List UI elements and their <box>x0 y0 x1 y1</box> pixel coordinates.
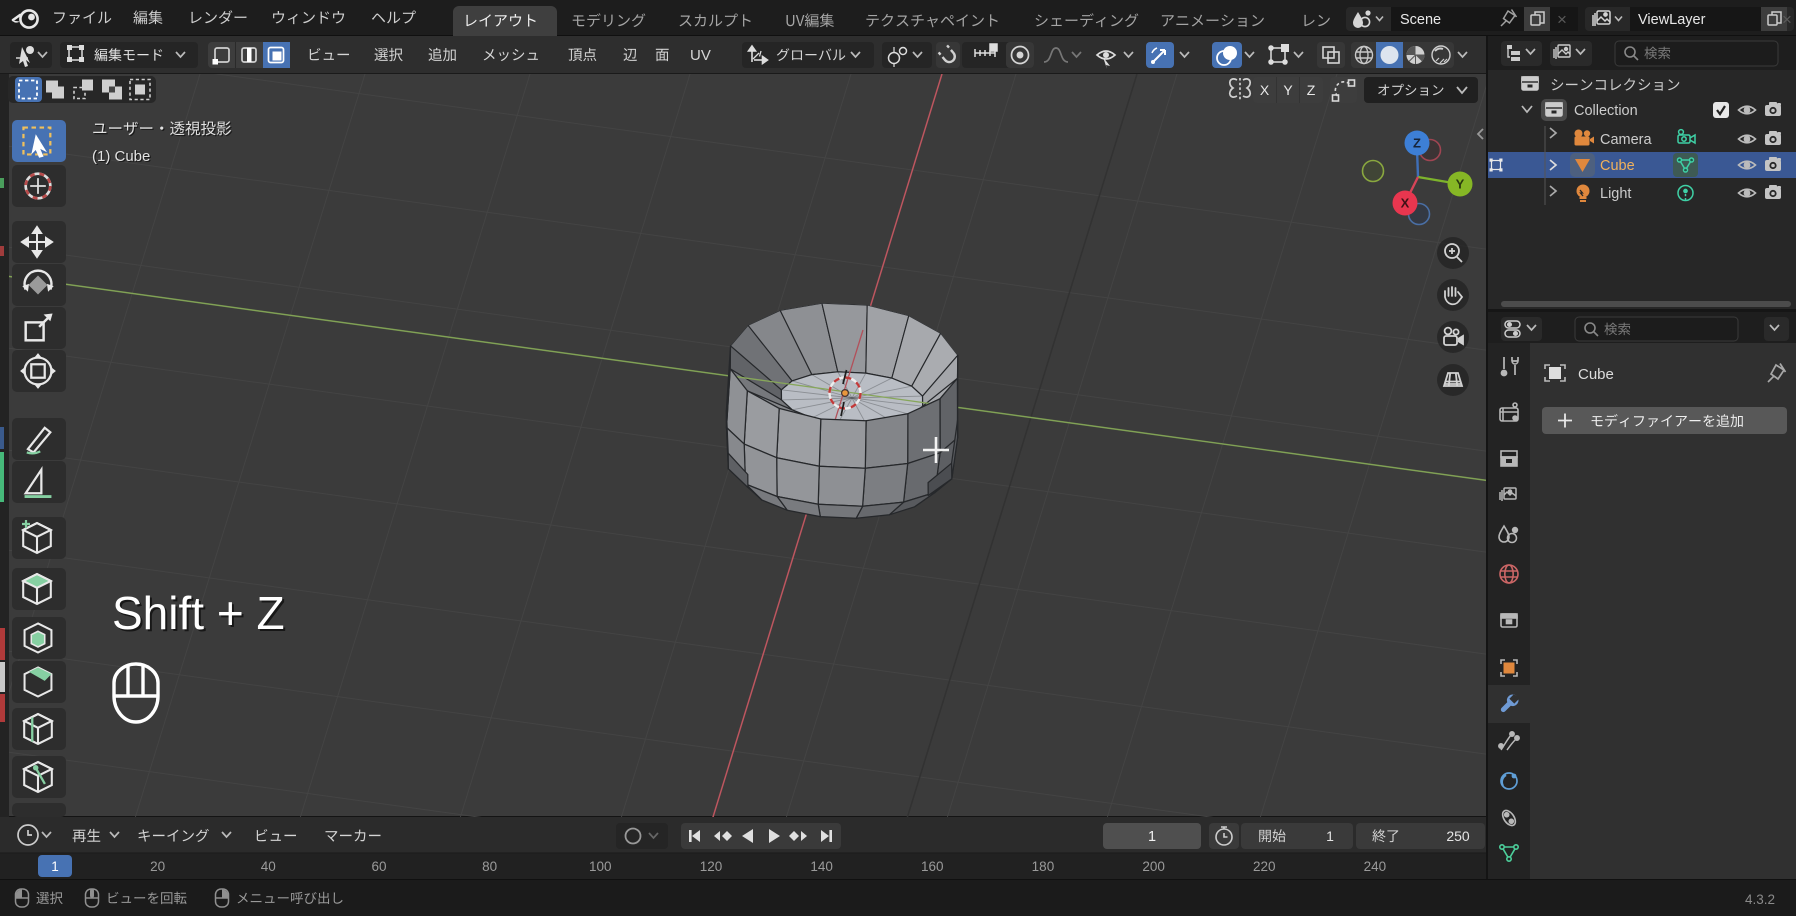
svg-text:X: X <box>1260 82 1270 98</box>
svg-text:60: 60 <box>371 859 386 874</box>
svg-text:×: × <box>1557 10 1567 29</box>
svg-text:Camera: Camera <box>1600 132 1653 148</box>
svg-text:Y: Y <box>1456 177 1465 192</box>
svg-text:Collection: Collection <box>1574 103 1638 119</box>
svg-text:40: 40 <box>261 859 276 874</box>
svg-text:(1) Cube: (1) Cube <box>92 148 150 165</box>
svg-text:120: 120 <box>700 859 723 874</box>
svg-text:Light: Light <box>1600 186 1631 202</box>
svg-text:X: X <box>1401 196 1410 211</box>
svg-text:200: 200 <box>1142 859 1165 874</box>
svg-text:140: 140 <box>810 859 833 874</box>
svg-text:Y: Y <box>1283 82 1293 98</box>
svg-text:1: 1 <box>1326 828 1334 844</box>
svg-text:Z: Z <box>1413 136 1421 151</box>
svg-text:Z: Z <box>1307 82 1316 98</box>
svg-text:100: 100 <box>589 859 612 874</box>
svg-text:180: 180 <box>1032 859 1055 874</box>
svg-text:Cube: Cube <box>1600 158 1635 174</box>
svg-text:80: 80 <box>482 859 497 874</box>
svg-text:20: 20 <box>150 859 165 874</box>
svg-text:4.3.2: 4.3.2 <box>1745 892 1775 907</box>
svg-text:1: 1 <box>1148 829 1156 845</box>
svg-text:1: 1 <box>51 859 59 874</box>
svg-text:250: 250 <box>1446 828 1470 844</box>
svg-text:220: 220 <box>1253 859 1276 874</box>
svg-text:Shift + Z: Shift + Z <box>112 587 285 639</box>
svg-text:240: 240 <box>1364 859 1387 874</box>
svg-text:×: × <box>1782 10 1792 29</box>
svg-text:Cube: Cube <box>1578 366 1614 383</box>
svg-text:160: 160 <box>921 859 944 874</box>
svg-text:Scene: Scene <box>1400 12 1441 28</box>
svg-text:UV: UV <box>690 47 711 64</box>
svg-text:ViewLayer: ViewLayer <box>1638 12 1706 28</box>
